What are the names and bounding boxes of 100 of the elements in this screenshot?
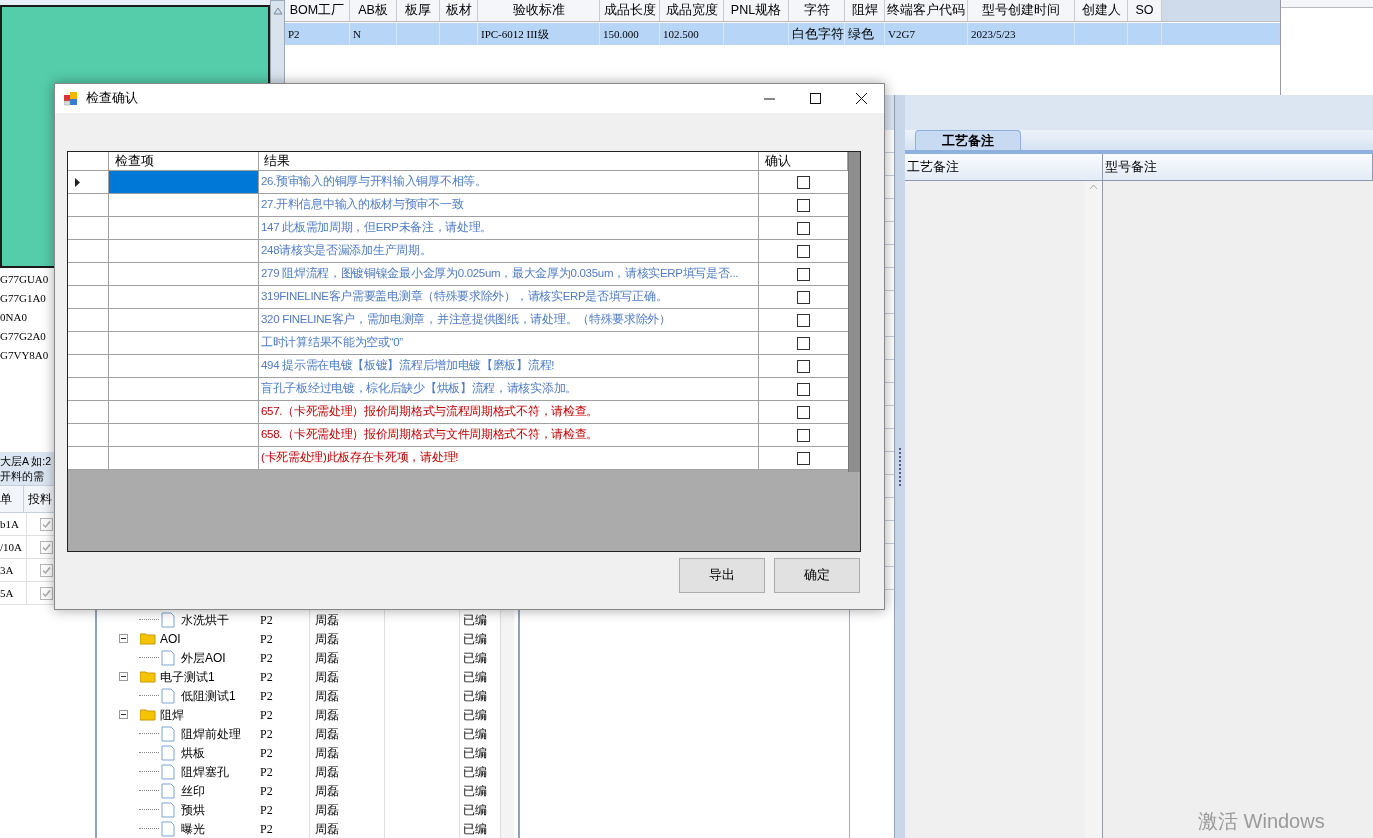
- checkbox[interactable]: [797, 221, 810, 235]
- table-cell: 周磊: [309, 629, 384, 648]
- table-cell: 已编: [459, 781, 499, 800]
- tree-item-label[interactable]: 预烘: [181, 800, 205, 819]
- column-header[interactable]: 阻焊: [845, 0, 885, 21]
- table-cell: 已编: [459, 724, 499, 743]
- document-icon: [161, 649, 175, 666]
- table-cell: 已编: [459, 686, 499, 705]
- folder-icon: [140, 632, 156, 645]
- collapse-toggle[interactable]: [119, 634, 128, 643]
- minimize-icon: [763, 97, 775, 100]
- column-header[interactable]: 创建人: [1075, 0, 1128, 21]
- table-cell: 周磊: [309, 819, 384, 838]
- table-cell: 周磊: [309, 705, 384, 724]
- table-cell-text: P2: [259, 611, 274, 629]
- tree-item-label[interactable]: 阻焊前处理: [181, 724, 241, 743]
- document-icon: [161, 611, 175, 628]
- checkbox[interactable]: [797, 359, 810, 373]
- column-header[interactable]: 字符: [789, 0, 845, 21]
- checkbox[interactable]: [797, 244, 810, 258]
- column-header[interactable]: AB板: [350, 0, 397, 21]
- maximize-icon: [809, 93, 821, 104]
- table-cell: 周磊: [309, 762, 384, 781]
- scroll-up-icon[interactable]: [1089, 184, 1098, 190]
- dialog-button[interactable]: 确定: [774, 558, 860, 593]
- tree-item-label[interactable]: 低阻测试1: [181, 686, 236, 705]
- scroll-up-icon[interactable]: [272, 7, 283, 15]
- tree-item-label[interactable]: 水洗烘干: [181, 610, 229, 629]
- document-icon: [161, 782, 175, 799]
- table-cell-text: P2: [259, 668, 274, 686]
- document-icon: [161, 687, 175, 704]
- column-header[interactable]: 成品宽度: [660, 0, 724, 21]
- table-cell-text: P2: [259, 820, 274, 838]
- row-pointer-icon: [75, 177, 80, 187]
- table-cell-text: P2: [259, 782, 274, 800]
- collapse-toggle[interactable]: [119, 672, 128, 681]
- checkbox[interactable]: [797, 198, 810, 212]
- table-cell: 已编: [459, 762, 499, 781]
- column-header[interactable]: PNL规格: [724, 0, 789, 21]
- column-header[interactable]: 工艺备注: [905, 154, 1103, 180]
- result-text: 658.（卡死需处理）报价周期格式与文件周期格式不符，请检查。: [259, 424, 759, 446]
- column-header[interactable]: 板材: [440, 0, 478, 21]
- table-cell: 周磊: [309, 724, 384, 743]
- column-header[interactable]: 成品长度: [600, 0, 660, 21]
- table-cell: 周磊: [309, 648, 384, 667]
- table-cell: 已编: [459, 648, 499, 667]
- tab[interactable]: 工艺备注: [915, 130, 1021, 150]
- note-text: 开料的需: [0, 468, 45, 484]
- result-text: 26.预审输入的铜厚与开料输入铜厚不相等。: [259, 171, 759, 193]
- column-header[interactable]: 单: [0, 486, 24, 512]
- table-cell-text: P2: [288, 26, 300, 42]
- tree-item-label[interactable]: 阻焊: [160, 705, 184, 724]
- checkbox[interactable]: [40, 540, 53, 554]
- checkbox[interactable]: [40, 586, 53, 600]
- table-cell[interactable]: [109, 171, 259, 193]
- tree-item-label[interactable]: 丝印: [181, 781, 205, 800]
- checkbox[interactable]: [797, 405, 810, 419]
- checkbox[interactable]: [797, 313, 810, 327]
- checkbox[interactable]: [40, 517, 53, 531]
- table-row[interactable]: P2 N IPC-6012 III级 150.000 102.500 白色字符 绿色 V2G7 2023/5/23: [285, 23, 1280, 45]
- document-icon: [161, 763, 175, 780]
- column-header[interactable]: 结果: [259, 152, 759, 170]
- column-header[interactable]: 型号备注: [1103, 154, 1373, 180]
- table-cell-text: 102.500: [663, 26, 699, 42]
- result-text: 27.开料信息中输入的板材与预审不一致: [259, 194, 759, 216]
- column-header[interactable]: BOM工厂: [285, 0, 350, 21]
- column-header[interactable]: 验收标准: [478, 0, 600, 21]
- table-cell: 5A: [0, 582, 27, 604]
- checkbox[interactable]: [797, 336, 810, 350]
- table-cell-text: P2: [259, 744, 274, 762]
- tree-item-label[interactable]: 外层AOI: [181, 648, 226, 667]
- checkbox[interactable]: [797, 451, 810, 465]
- table-cell-text: P2: [259, 687, 274, 705]
- table-cell: 已编: [459, 629, 499, 648]
- collapse-toggle[interactable]: [119, 710, 128, 719]
- folder-icon: [140, 670, 156, 683]
- table-cell-text: V2G7: [888, 26, 915, 42]
- column-header[interactable]: 板厚: [397, 0, 440, 21]
- result-text: 494 提示需在电镀【板镀】流程后增加电镀【磨板】流程!: [259, 355, 759, 377]
- tree-item-label[interactable]: AOI: [160, 629, 181, 648]
- checkbox[interactable]: [797, 267, 810, 281]
- document-icon: [161, 801, 175, 818]
- checkbox[interactable]: [797, 382, 810, 396]
- checkbox[interactable]: [797, 175, 810, 189]
- table-cell-text: P2: [259, 763, 274, 781]
- dialog-button[interactable]: 导出: [679, 558, 765, 593]
- scrollbar[interactable]: [848, 152, 860, 472]
- checkbox[interactable]: [797, 290, 810, 304]
- checkbox[interactable]: [40, 563, 53, 577]
- tree-item-label[interactable]: 烘板: [181, 743, 205, 762]
- checkbox[interactable]: [797, 428, 810, 442]
- column-header[interactable]: 型号创建时间: [968, 0, 1075, 21]
- column-header[interactable]: 检查项: [109, 152, 259, 170]
- tree-item-label[interactable]: 电子测试1: [160, 667, 215, 686]
- column-header[interactable]: 终端客户代码: [885, 0, 968, 21]
- tree-item-label[interactable]: 阻焊塞孔: [181, 762, 229, 781]
- table-cell: 已编: [459, 667, 499, 686]
- table-cell: 周磊: [309, 743, 384, 762]
- tree-item-label[interactable]: 曝光: [181, 819, 205, 838]
- result-text: 工时计算结果不能为空或“0”: [259, 332, 759, 354]
